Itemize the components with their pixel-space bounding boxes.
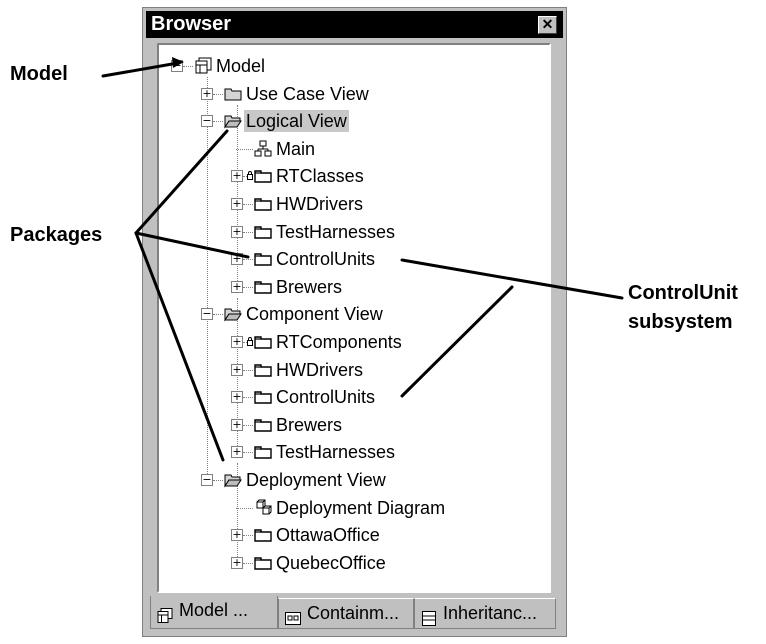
controlunit-line-component — [400, 285, 514, 398]
controlunit-line-logical — [400, 258, 624, 300]
annotation-lines — [101, 57, 624, 462]
packages-line-logical — [134, 129, 229, 235]
packages-line-component — [134, 231, 225, 462]
model-pointer-line — [101, 61, 180, 78]
model-arrowhead — [172, 57, 184, 68]
packages-line-controlunits — [134, 231, 250, 259]
